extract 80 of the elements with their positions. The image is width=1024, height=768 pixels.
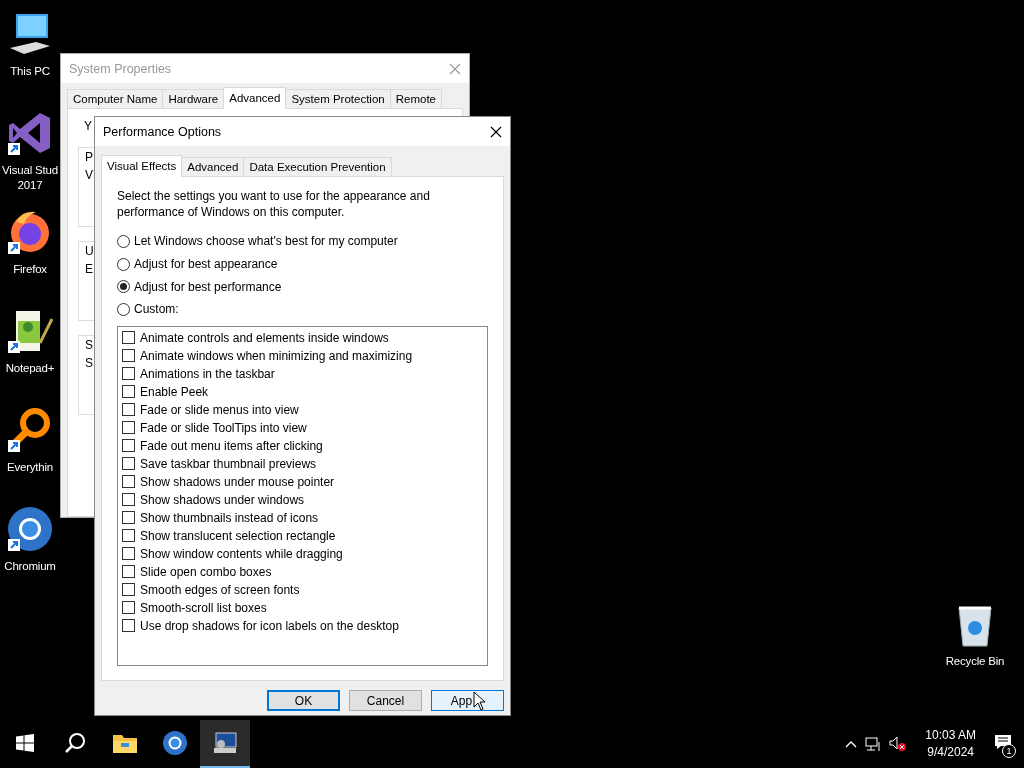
checkbox-label[interactable]: Use drop shadows for icon labels on the desktop — [140, 618, 399, 633]
checkbox-label[interactable]: Show translucent selection rectangle — [140, 528, 336, 543]
checkbox-label[interactable]: Animations in the taskbar — [140, 366, 275, 381]
checkbox[interactable] — [122, 421, 135, 435]
tab[interactable]: Data Execution Prevention — [243, 157, 392, 177]
desktop-icon-label: Recycle Bin — [945, 654, 1005, 669]
checkbox[interactable] — [122, 529, 135, 543]
radio-button[interactable] — [117, 234, 130, 248]
checkbox[interactable] — [122, 601, 135, 615]
group-text: S — [85, 356, 93, 370]
computer-settings-icon[interactable] — [212, 731, 238, 755]
dialog-button[interactable]: Cancel — [349, 690, 422, 711]
window-title: System Properties — [69, 61, 172, 76]
dialog-button[interactable]: OK — [267, 690, 340, 711]
tab[interactable]: Remote — [389, 89, 442, 109]
checkbox[interactable] — [122, 583, 135, 597]
group-text: V — [85, 168, 93, 182]
checkbox-label[interactable]: Animate controls and elements inside windows — [140, 330, 389, 345]
checkbox[interactable] — [122, 331, 135, 345]
folder-icon[interactable] — [113, 733, 137, 753]
desktop-icon-label: Chromium — [4, 559, 56, 574]
checkbox-label[interactable]: Animate windows when minimizing and maximizing — [140, 348, 413, 363]
notification-count: 1 — [1002, 744, 1016, 758]
desktop-icon-label: Firefox — [13, 262, 47, 277]
checkbox-label[interactable]: Fade out menu items after clicking — [140, 438, 323, 453]
dialog-button[interactable]: App — [431, 690, 504, 711]
checkbox-label[interactable]: Show shadows under mouse pointer — [140, 474, 335, 489]
tab[interactable]: Computer Name — [67, 89, 164, 109]
network-icon[interactable] — [865, 736, 882, 752]
checkbox[interactable] — [122, 493, 135, 507]
checkbox-label[interactable]: Fade or slide menus into view — [140, 402, 299, 417]
radio-button[interactable] — [117, 257, 130, 271]
group-text: P — [85, 150, 93, 164]
search-icon[interactable] — [64, 732, 86, 754]
windows-start-icon[interactable] — [16, 734, 34, 752]
checkbox[interactable] — [122, 439, 135, 453]
desktop-icon-label: Visual Stud 2017 — [2, 163, 58, 193]
desktop-icon-label: Everythin — [6, 460, 54, 475]
checkbox[interactable] — [122, 349, 135, 363]
chevron-up-icon[interactable] — [845, 740, 858, 748]
checkbox[interactable] — [122, 475, 135, 489]
checkbox[interactable] — [122, 403, 135, 417]
checkbox[interactable] — [122, 619, 135, 633]
desktop-icon-label: Notepad+ — [5, 361, 55, 376]
intro-text: Y — [84, 119, 92, 133]
group-text: E — [85, 262, 93, 276]
checkbox-label[interactable]: Smooth-scroll list boxes — [140, 600, 267, 615]
clock[interactable]: 10:03 AM 9/4/2024 — [925, 727, 976, 761]
description-text: Select the settings you want to use for the appearance and performance of Windows on this computer. — [117, 189, 431, 220]
checkbox-label[interactable]: Fade or slide ToolTips into view — [140, 420, 307, 435]
radio-button[interactable] — [117, 302, 130, 316]
checkbox-label[interactable]: Show thumbnails instead of icons — [140, 510, 319, 525]
checkbox[interactable] — [122, 385, 135, 399]
checkbox-label[interactable]: Show shadows under windows — [140, 492, 305, 507]
tab[interactable]: Visual Effects — [101, 155, 183, 177]
checkbox[interactable] — [122, 457, 135, 471]
checkbox-label[interactable]: Show window contents while dragging — [140, 546, 343, 561]
radio-label[interactable]: Adjust for best appearance — [134, 257, 278, 272]
radio-label[interactable]: Let Windows choose what's best for my computer — [134, 234, 398, 249]
checkbox[interactable] — [122, 511, 135, 525]
group-text: U — [85, 244, 94, 258]
checkbox[interactable] — [122, 367, 135, 381]
checkbox[interactable] — [122, 565, 135, 579]
window-title: Performance Options — [103, 124, 222, 139]
radio-label[interactable]: Custom: — [134, 302, 179, 317]
tab[interactable]: Advanced — [223, 87, 287, 109]
chromium-icon[interactable] — [163, 731, 187, 755]
checkbox[interactable] — [122, 547, 135, 561]
mouse-cursor-icon — [473, 691, 487, 711]
radio-label[interactable]: Adjust for best performance — [134, 279, 282, 294]
checkbox-label[interactable]: Slide open combo boxes — [140, 564, 272, 579]
desktop-icon-label: This PC — [10, 64, 50, 79]
radio-button[interactable] — [117, 280, 130, 294]
checkbox-label[interactable]: Save taskbar thumbnail previews — [140, 456, 317, 471]
close-icon[interactable] — [490, 125, 502, 138]
chromium-icon[interactable] — [6, 505, 54, 553]
volume-muted-icon[interactable] — [889, 736, 908, 752]
group-text: S — [85, 338, 93, 352]
checkbox-label[interactable]: Smooth edges of screen fonts — [140, 582, 300, 597]
checkbox-label[interactable]: Enable Peek — [140, 384, 209, 399]
